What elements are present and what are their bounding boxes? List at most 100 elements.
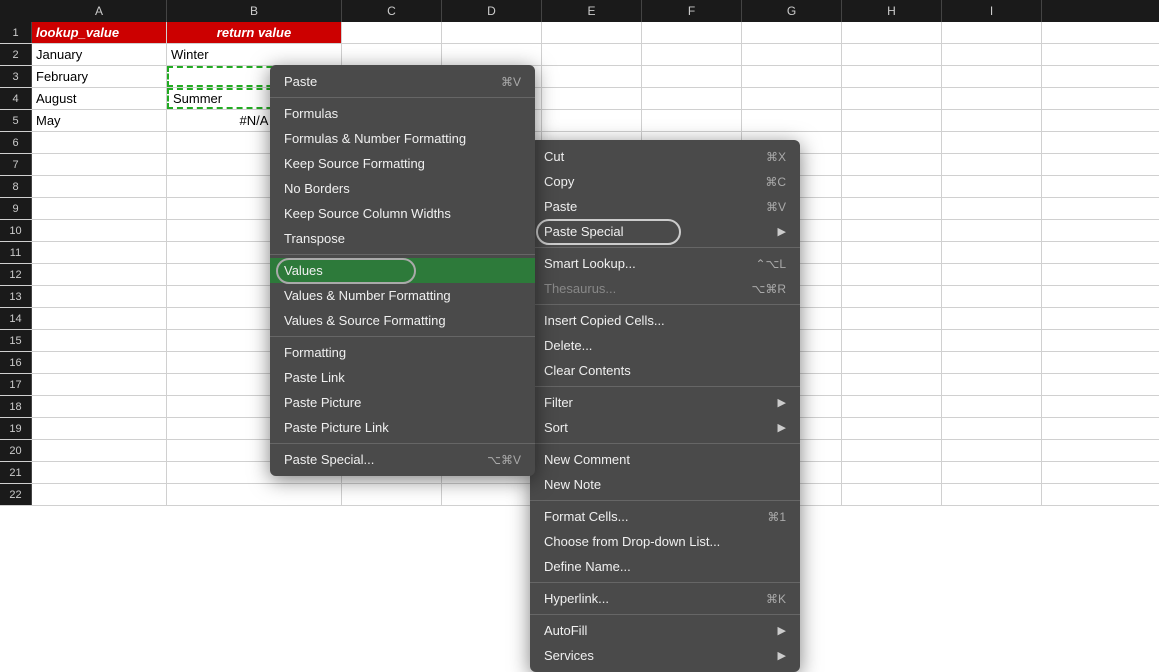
menu-item-paste-special[interactable]: Paste Special ▶: [530, 219, 800, 244]
submenu-item-keep-source-column-widths-label: Keep Source Column Widths: [284, 206, 451, 221]
cell-h4[interactable]: [842, 88, 942, 109]
cell-g1[interactable]: [742, 22, 842, 43]
cell-e3[interactable]: [542, 66, 642, 87]
submenu-item-formulas[interactable]: Formulas: [270, 101, 535, 126]
table-row: 3 February 0: [0, 66, 1159, 88]
cell-a4[interactable]: August: [32, 88, 167, 109]
submenu-item-keep-source-formatting[interactable]: Keep Source Formatting: [270, 151, 535, 176]
submenu-item-formatting[interactable]: Formatting: [270, 340, 535, 365]
cell-f5[interactable]: [642, 110, 742, 131]
submenu-item-values[interactable]: Values: [270, 258, 535, 283]
cell-g5[interactable]: [742, 110, 842, 131]
cell-i4[interactable]: [942, 88, 1042, 109]
cell-f1[interactable]: [642, 22, 742, 43]
row-number: 3: [0, 66, 32, 87]
cell-a3[interactable]: February: [32, 66, 167, 87]
menu-item-sort[interactable]: Sort ▶: [530, 415, 800, 440]
cell-b1[interactable]: return value: [167, 22, 342, 43]
col-header-c[interactable]: C: [342, 0, 442, 22]
cell-g3[interactable]: [742, 66, 842, 87]
submenu-item-transpose[interactable]: Transpose: [270, 226, 535, 251]
menu-item-copy-label: Copy: [544, 174, 574, 189]
cell-b2[interactable]: Winter: [167, 44, 342, 65]
col-header-a[interactable]: A: [32, 0, 167, 22]
menu-item-hyperlink-label: Hyperlink...: [544, 591, 609, 606]
col-header-e[interactable]: E: [542, 0, 642, 22]
menu-item-copy[interactable]: Copy ⌘C: [530, 169, 800, 194]
menu-item-delete[interactable]: Delete...: [530, 333, 800, 358]
cell-f3[interactable]: [642, 66, 742, 87]
menu-item-new-comment-label: New Comment: [544, 452, 630, 467]
submenu-item-no-borders[interactable]: No Borders: [270, 176, 535, 201]
submenu-item-keep-source-column-widths[interactable]: Keep Source Column Widths: [270, 201, 535, 226]
menu-item-new-note[interactable]: New Note: [530, 472, 800, 497]
cell-h3[interactable]: [842, 66, 942, 87]
submenu-item-paste[interactable]: Paste ⌘V: [270, 69, 535, 94]
cell-d1[interactable]: [442, 22, 542, 43]
menu-item-paste[interactable]: Paste ⌘V: [530, 194, 800, 219]
menu-item-insert-copied-cells[interactable]: Insert Copied Cells...: [530, 308, 800, 333]
cell-a5[interactable]: May: [32, 110, 167, 131]
cell-i2[interactable]: [942, 44, 1042, 65]
menu-item-hyperlink[interactable]: Hyperlink... ⌘K: [530, 586, 800, 611]
separator: [530, 386, 800, 387]
menu-item-services[interactable]: Services ▶: [530, 643, 800, 668]
submenu-item-paste-picture-link-label: Paste Picture Link: [284, 420, 389, 435]
cell-d2[interactable]: [442, 44, 542, 65]
submenu-item-values-source-formatting[interactable]: Values & Source Formatting: [270, 308, 535, 333]
submenu-item-formulas-number-formatting[interactable]: Formulas & Number Formatting: [270, 126, 535, 151]
row-number: 1: [0, 22, 32, 43]
cell-e4[interactable]: [542, 88, 642, 109]
cell-h1[interactable]: [842, 22, 942, 43]
menu-item-sort-label: Sort: [544, 420, 568, 435]
menu-item-filter-label: Filter: [544, 395, 573, 410]
separator: [530, 614, 800, 615]
menu-item-filter[interactable]: Filter ▶: [530, 390, 800, 415]
col-header-i[interactable]: I: [942, 0, 1042, 22]
submenu-item-paste-picture[interactable]: Paste Picture: [270, 390, 535, 415]
cell-g2[interactable]: [742, 44, 842, 65]
cell-i1[interactable]: [942, 22, 1042, 43]
menu-item-cut[interactable]: Cut ⌘X: [530, 144, 800, 169]
menu-item-paste-special-label: Paste Special: [544, 224, 624, 239]
cell-e1[interactable]: [542, 22, 642, 43]
cell-e5[interactable]: [542, 110, 642, 131]
cell-i5[interactable]: [942, 110, 1042, 131]
col-header-f[interactable]: F: [642, 0, 742, 22]
menu-item-new-comment[interactable]: New Comment: [530, 447, 800, 472]
menu-item-delete-label: Delete...: [544, 338, 592, 353]
menu-item-format-cells[interactable]: Format Cells... ⌘1: [530, 504, 800, 529]
menu-item-insert-copied-cells-label: Insert Copied Cells...: [544, 313, 665, 328]
cell-h5[interactable]: [842, 110, 942, 131]
cell-h2[interactable]: [842, 44, 942, 65]
menu-item-dropdown-list[interactable]: Choose from Drop-down List...: [530, 529, 800, 554]
menu-item-smart-lookup-shortcut: ⌃⌥L: [755, 257, 786, 271]
submenu-item-transpose-label: Transpose: [284, 231, 345, 246]
cell-f4[interactable]: [642, 88, 742, 109]
cell-g4[interactable]: [742, 88, 842, 109]
cell-e2[interactable]: [542, 44, 642, 65]
submenu-item-paste-special[interactable]: Paste Special... ⌥⌘V: [270, 447, 535, 472]
col-header-g[interactable]: G: [742, 0, 842, 22]
separator: [270, 254, 535, 255]
cell-c1[interactable]: [342, 22, 442, 43]
cell-a1[interactable]: lookup_value: [32, 22, 167, 43]
cell-c2[interactable]: [342, 44, 442, 65]
cell-a2[interactable]: January: [32, 44, 167, 65]
cell-i3[interactable]: [942, 66, 1042, 87]
cell-f2[interactable]: [642, 44, 742, 65]
menu-item-define-name[interactable]: Define Name...: [530, 554, 800, 579]
menu-item-clear-contents-label: Clear Contents: [544, 363, 631, 378]
submenu-item-values-number-formatting[interactable]: Values & Number Formatting: [270, 283, 535, 308]
col-header-b[interactable]: B: [167, 0, 342, 22]
submenu-item-paste-link[interactable]: Paste Link: [270, 365, 535, 390]
submenu-item-paste-picture-link[interactable]: Paste Picture Link: [270, 415, 535, 440]
col-header-d[interactable]: D: [442, 0, 542, 22]
menu-item-smart-lookup[interactable]: Smart Lookup... ⌃⌥L: [530, 251, 800, 276]
col-header-h[interactable]: H: [842, 0, 942, 22]
menu-item-clear-contents[interactable]: Clear Contents: [530, 358, 800, 383]
menu-item-thesaurus-label: Thesaurus...: [544, 281, 616, 296]
table-row: 5 May #N/A: [0, 110, 1159, 132]
menu-item-autofill[interactable]: AutoFill ▶: [530, 618, 800, 643]
menu-item-thesaurus[interactable]: Thesaurus... ⌥⌘R: [530, 276, 800, 301]
